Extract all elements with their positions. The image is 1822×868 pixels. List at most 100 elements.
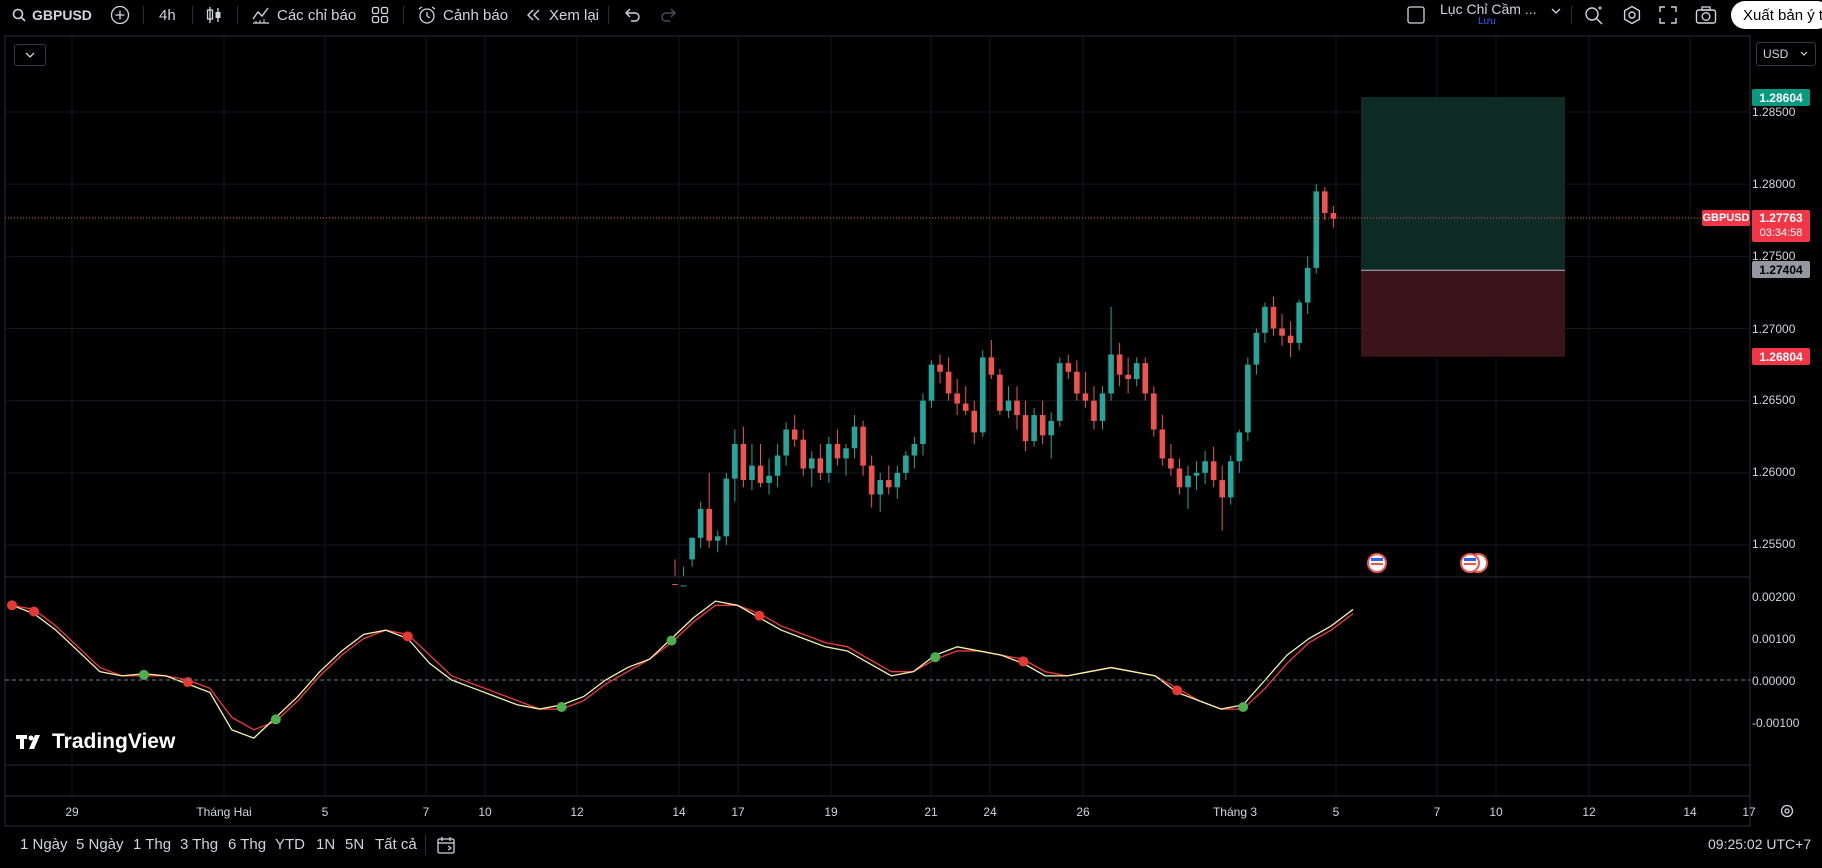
candle[interactable] xyxy=(1236,429,1243,473)
stop-price-tag[interactable]: 1.26804 xyxy=(1752,348,1810,365)
candle[interactable] xyxy=(1210,446,1217,488)
candle[interactable] xyxy=(1065,354,1072,380)
current-price-tag[interactable]: 1.27763 03:34:58 xyxy=(1752,210,1810,242)
candle[interactable] xyxy=(672,559,678,585)
candle[interactable] xyxy=(809,451,815,488)
candle[interactable] xyxy=(971,400,978,444)
candle[interactable] xyxy=(714,530,721,553)
candle[interactable] xyxy=(834,429,841,466)
stop-zone[interactable] xyxy=(1361,270,1565,357)
candle[interactable] xyxy=(1099,386,1106,430)
candle[interactable] xyxy=(1253,328,1260,375)
range-all[interactable]: Tất cả xyxy=(375,836,417,853)
goto-date-button[interactable] xyxy=(436,835,456,860)
candle[interactable] xyxy=(1176,458,1183,495)
candle[interactable] xyxy=(911,436,918,469)
target-price-tag[interactable]: 1.28604 xyxy=(1752,89,1810,106)
candle[interactable] xyxy=(1245,357,1251,442)
range-3m[interactable]: 3 Thg xyxy=(180,836,218,853)
candle[interactable] xyxy=(1313,184,1320,274)
candle[interactable] xyxy=(1031,407,1037,447)
candle[interactable] xyxy=(894,465,901,499)
candle[interactable] xyxy=(1005,386,1012,418)
candle[interactable] xyxy=(868,455,875,508)
candle[interactable] xyxy=(937,354,943,384)
candle[interactable] xyxy=(723,472,730,545)
candle[interactable] xyxy=(1185,465,1191,509)
range-5y[interactable]: 5N xyxy=(345,836,364,853)
entry-price-tag[interactable]: 1.27404 xyxy=(1752,261,1810,278)
candle[interactable] xyxy=(877,472,883,512)
oscillator-signal-line[interactable] xyxy=(11,604,1354,731)
chart-canvas[interactable] xyxy=(0,0,1822,868)
currency-select[interactable]: USD xyxy=(1756,42,1816,66)
candle[interactable] xyxy=(1159,415,1166,466)
range-1d[interactable]: 1 Ngày xyxy=(20,836,68,853)
target-zone[interactable] xyxy=(1361,96,1565,271)
candle[interactable] xyxy=(1304,256,1311,315)
candle[interactable] xyxy=(732,429,738,502)
range-1y[interactable]: 1N xyxy=(316,836,335,853)
candle[interactable] xyxy=(1048,412,1054,459)
candle[interactable] xyxy=(774,443,781,488)
candle[interactable] xyxy=(817,443,824,481)
candle[interactable] xyxy=(706,472,712,548)
candle[interactable] xyxy=(1296,299,1302,351)
candle[interactable] xyxy=(1227,455,1234,505)
candle[interactable] xyxy=(843,443,849,476)
economic-events[interactable] xyxy=(1367,553,1488,573)
candle[interactable] xyxy=(851,415,858,459)
candle[interactable] xyxy=(757,443,764,488)
candle[interactable] xyxy=(800,429,807,476)
candle[interactable] xyxy=(945,357,952,401)
candle[interactable] xyxy=(1219,465,1225,531)
candle[interactable] xyxy=(1014,386,1020,430)
candle[interactable] xyxy=(920,393,926,456)
candle[interactable] xyxy=(1133,357,1140,387)
candlestick-series[interactable] xyxy=(672,184,1337,587)
collapse-legend-button[interactable] xyxy=(14,44,46,66)
range-6m[interactable]: 6 Thg xyxy=(228,836,266,853)
candle[interactable] xyxy=(740,426,747,488)
axis-settings-button[interactable] xyxy=(1779,803,1795,824)
candle[interactable] xyxy=(766,458,772,495)
candle[interactable] xyxy=(1287,321,1294,358)
candle[interactable] xyxy=(1279,314,1285,346)
candle[interactable] xyxy=(697,501,704,548)
candle[interactable] xyxy=(1142,357,1149,401)
candle[interactable] xyxy=(791,415,798,447)
candle[interactable] xyxy=(1116,342,1123,387)
candle[interactable] xyxy=(1151,386,1157,437)
candle[interactable] xyxy=(997,368,1003,416)
range-ytd[interactable]: YTD xyxy=(275,836,305,853)
oscillator-pane[interactable] xyxy=(7,600,1354,739)
candle[interactable] xyxy=(980,350,986,437)
candle[interactable] xyxy=(1322,187,1328,221)
oscillator-main-line[interactable] xyxy=(11,600,1354,739)
candle[interactable] xyxy=(1125,357,1131,394)
candle[interactable] xyxy=(749,443,755,491)
candle[interactable] xyxy=(1039,400,1046,444)
candle[interactable] xyxy=(1074,360,1080,401)
candle[interactable] xyxy=(954,379,960,416)
candle[interactable] xyxy=(1022,400,1029,452)
candle[interactable] xyxy=(1193,461,1200,491)
candle[interactable] xyxy=(1262,302,1268,343)
range-1m[interactable]: 1 Thg xyxy=(133,836,171,853)
candle[interactable] xyxy=(860,420,866,476)
range-5d[interactable]: 5 Ngày xyxy=(76,836,124,853)
candle[interactable] xyxy=(1168,443,1174,476)
candle[interactable] xyxy=(988,340,995,380)
candle[interactable] xyxy=(885,465,892,495)
candle[interactable] xyxy=(1202,451,1208,485)
candle[interactable] xyxy=(1091,386,1097,430)
candle[interactable] xyxy=(1056,357,1063,427)
candle[interactable] xyxy=(1330,205,1337,228)
candle[interactable] xyxy=(783,422,789,466)
clock[interactable]: 09:25:02 UTC+7 xyxy=(1708,836,1811,852)
candle[interactable] xyxy=(1270,296,1277,336)
candle[interactable] xyxy=(1108,306,1114,401)
long-position-tool[interactable] xyxy=(1361,96,1565,357)
tradingview-logo[interactable]: TradingView xyxy=(16,730,175,754)
candle[interactable] xyxy=(689,537,695,567)
